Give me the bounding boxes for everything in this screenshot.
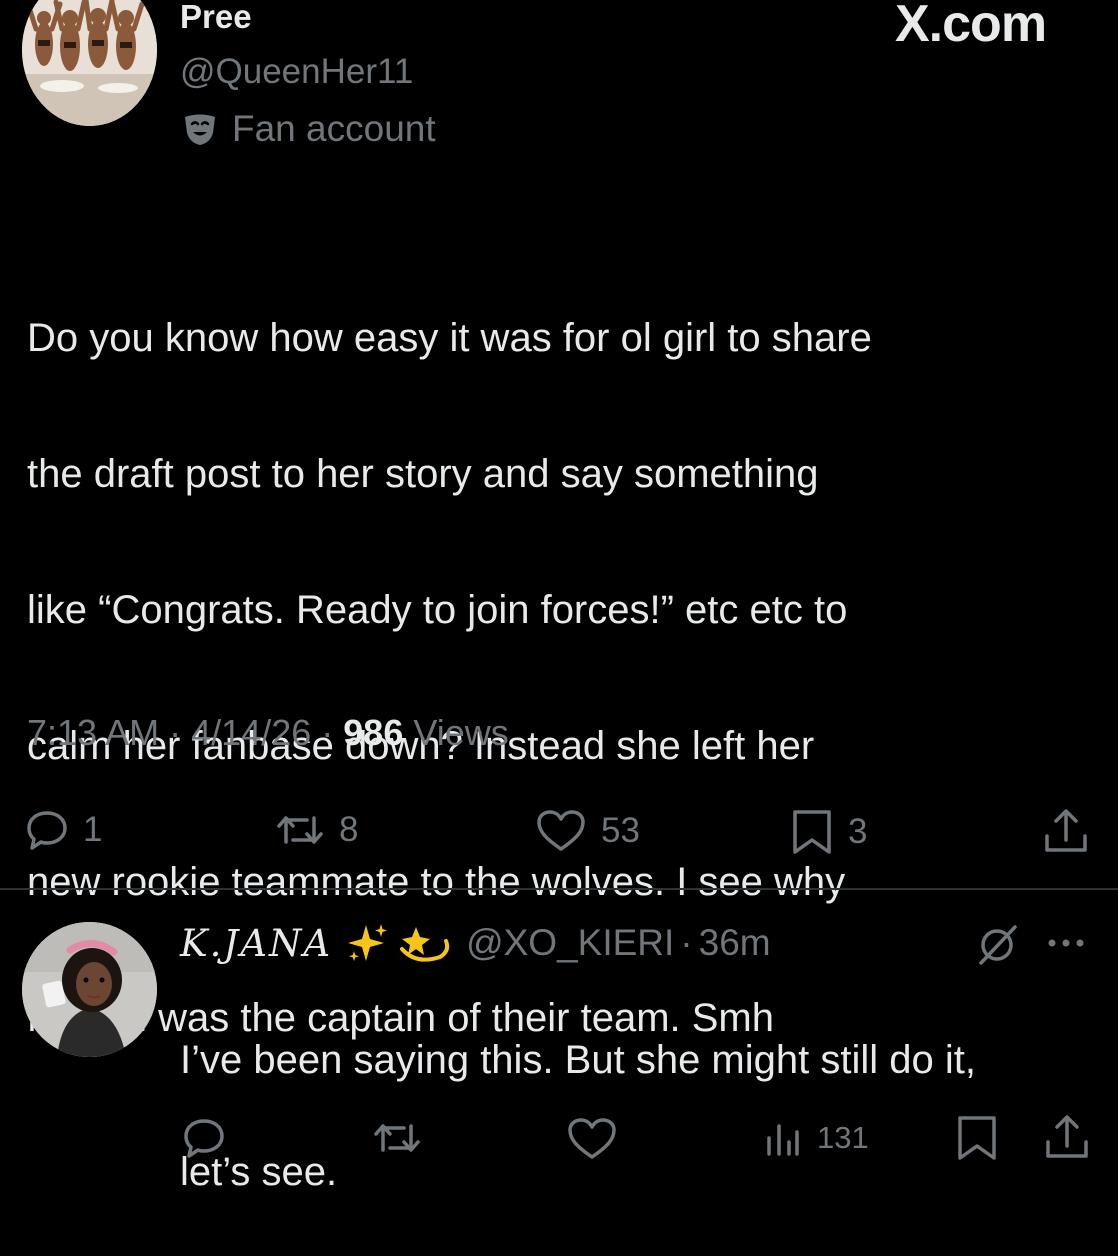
repost-button[interactable]: 8 bbox=[275, 808, 358, 852]
views-bar-chart-icon bbox=[763, 1118, 803, 1158]
like-count: 53 bbox=[601, 811, 640, 850]
grok-icon[interactable] bbox=[975, 923, 1021, 967]
heart-icon bbox=[566, 1116, 618, 1162]
post-text-line: like “Congrats. Ready to join forces!” e… bbox=[27, 588, 848, 632]
reply-reply-button[interactable] bbox=[182, 1116, 226, 1160]
reply-separator: · bbox=[680, 922, 693, 963]
post-text-line: the draft post to her story and say some… bbox=[27, 452, 819, 496]
section-divider bbox=[0, 888, 1118, 890]
bookmark-icon bbox=[790, 808, 834, 856]
reply-handle[interactable]: @XO_KIERI bbox=[466, 922, 674, 964]
theater-mask-icon bbox=[180, 109, 220, 149]
share-button[interactable] bbox=[1043, 806, 1089, 856]
fan-account-badge: Fan account bbox=[180, 108, 436, 150]
author-handle[interactable]: @QueenHer11 bbox=[180, 52, 413, 92]
meta-separator: · bbox=[321, 712, 334, 753]
more-options-icon[interactable] bbox=[1046, 935, 1086, 951]
repost-count: 8 bbox=[339, 810, 359, 849]
reply-text-line: let’s see. bbox=[180, 1150, 338, 1194]
reply-bookmark-button[interactable] bbox=[955, 1114, 999, 1162]
reply-button[interactable]: 1 bbox=[25, 808, 102, 852]
share-icon bbox=[1043, 806, 1089, 856]
fan-account-label: Fan account bbox=[232, 108, 436, 149]
reply-header: K.JANA @XO_KIERI · 36m bbox=[180, 919, 771, 967]
site-watermark: X.com bbox=[895, 0, 1047, 53]
reply-repost-button[interactable] bbox=[372, 1116, 422, 1160]
reply-views-button[interactable]: 131 bbox=[763, 1118, 869, 1158]
reply-share-button[interactable] bbox=[1044, 1112, 1090, 1162]
bookmark-button[interactable]: 3 bbox=[790, 808, 867, 856]
post-time[interactable]: 7:13 AM bbox=[27, 712, 159, 753]
post-date[interactable]: 4/14/26 bbox=[191, 712, 311, 753]
views-label: Views bbox=[413, 712, 509, 753]
reply-count: 1 bbox=[83, 810, 103, 849]
reply-views-count: 131 bbox=[817, 1120, 869, 1155]
reply-icon bbox=[182, 1116, 226, 1160]
meta-separator: · bbox=[169, 712, 182, 753]
heart-icon bbox=[535, 808, 587, 854]
repost-icon bbox=[275, 808, 325, 852]
sparkles-icon bbox=[346, 921, 390, 965]
like-button[interactable]: 53 bbox=[535, 808, 640, 854]
reply-like-button[interactable] bbox=[566, 1116, 618, 1162]
reply-text: I’ve been saying this. But she might sti… bbox=[180, 976, 1090, 1256]
bookmark-count: 3 bbox=[848, 812, 868, 851]
post-text-line: Do you know how easy it was for ol girl … bbox=[27, 316, 872, 360]
author-display-name[interactable]: Pree bbox=[180, 0, 252, 36]
author-avatar[interactable] bbox=[22, 0, 157, 126]
reply-display-name[interactable]: K.JANA bbox=[180, 922, 332, 965]
post-metadata: 7:13 AM · 4/14/26 · 986 Views bbox=[27, 712, 509, 754]
post-text-line: new rookie teammate to the wolves. I see… bbox=[27, 860, 846, 904]
reply-author-avatar[interactable] bbox=[22, 922, 157, 1057]
views-count: 986 bbox=[343, 712, 404, 753]
share-icon bbox=[1044, 1112, 1090, 1162]
repost-icon bbox=[372, 1116, 422, 1160]
bookmark-icon bbox=[955, 1114, 999, 1162]
reply-icon bbox=[25, 808, 69, 852]
dizzy-icon bbox=[396, 919, 452, 967]
reply-age[interactable]: 36m bbox=[699, 922, 771, 964]
reply-text-line: I’ve been saying this. But she might sti… bbox=[180, 1038, 976, 1082]
